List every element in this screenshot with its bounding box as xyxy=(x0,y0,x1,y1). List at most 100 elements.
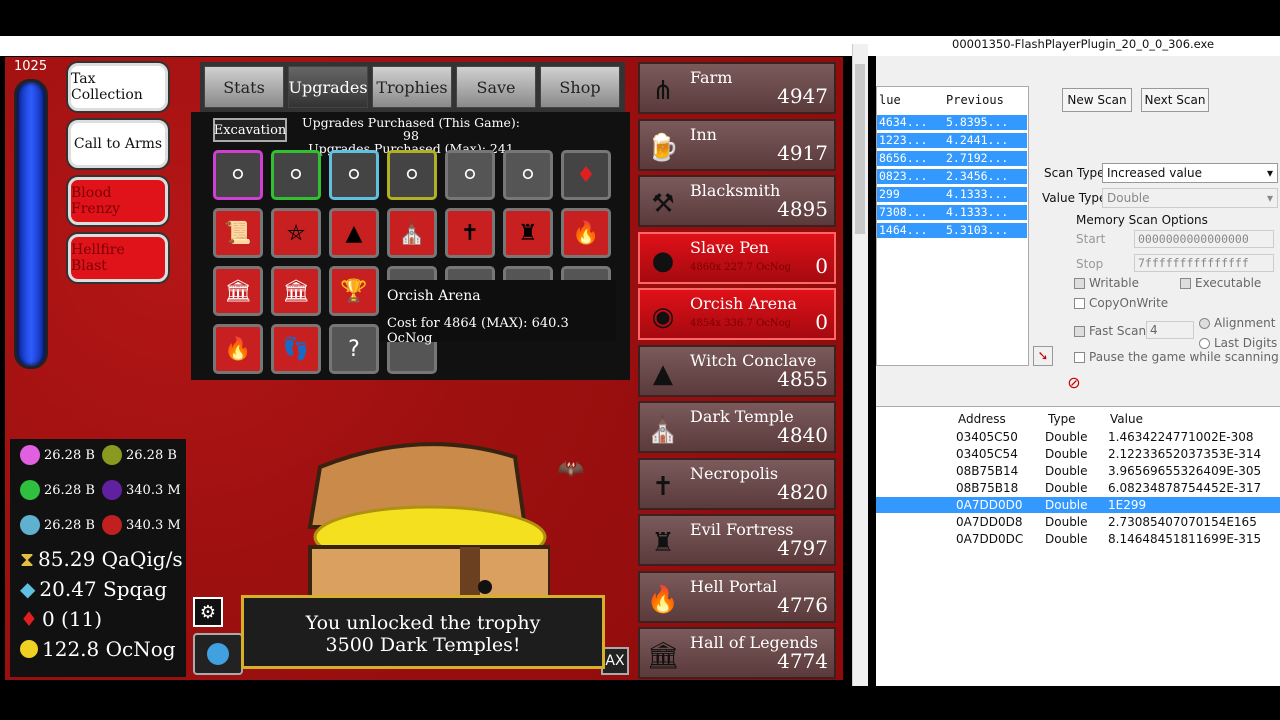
new-scan-button[interactable]: New Scan xyxy=(1062,88,1132,112)
start-input[interactable]: 0000000000000000 xyxy=(1134,230,1274,248)
ball-and-chain-icon: ● xyxy=(651,245,675,276)
chevron-down-icon: ▾ xyxy=(1266,166,1273,180)
browser-scrollbar[interactable] xyxy=(852,44,868,686)
building-name: Hell Portal xyxy=(690,576,778,596)
checkbox-empty-icon xyxy=(1074,351,1085,363)
blood-frenzy-button[interactable]: Blood Frenzy xyxy=(68,177,168,225)
radio-selected-icon xyxy=(1199,317,1210,329)
address-list-header: Address Type Value xyxy=(958,412,1143,426)
building-inn[interactable]: 🍺 Inn 4917 xyxy=(638,118,836,171)
address-row[interactable]: 0A7DD0DC Double 8.14648451811699E-315 xyxy=(876,531,1280,547)
building-hall-of-legends[interactable]: 🏛 Hall of Legends 4774 xyxy=(638,627,836,679)
checkbox-checked-icon xyxy=(1180,277,1191,289)
last-digits-radio[interactable]: Last Digits xyxy=(1199,336,1277,350)
tax-collection-button[interactable]: Tax Collection xyxy=(68,63,168,111)
tab-upgrades[interactable]: Upgrades xyxy=(288,66,368,108)
scan-results-list[interactable]: lue Previous 4634... 5.8395... 1223... 4.24… xyxy=(876,86,1029,366)
building-necropolis[interactable]: ✝ Necropolis 4820 xyxy=(638,457,836,510)
scan-result-row[interactable]: 0823... 2.3456... xyxy=(877,169,1027,184)
address-list[interactable]: Address Type Value 03405C50 Double 1.46342… xyxy=(876,406,1280,686)
gem-upgrade-purple[interactable]: ⚪ xyxy=(445,150,495,200)
settings-gear-icon[interactable]: ⚙ xyxy=(193,597,223,627)
building-blacksmith[interactable]: ⚒ Blacksmith 4895 xyxy=(638,175,836,227)
bat-icon: 🦇 xyxy=(557,457,585,482)
stop-input[interactable]: 7fffffffffffffff xyxy=(1134,254,1274,272)
building-count: 4797 xyxy=(777,536,828,560)
gem-upgrade-red[interactable]: ⚪ xyxy=(503,150,553,200)
scroll-thumb[interactable] xyxy=(855,64,865,234)
pentagram-icon[interactable]: ⛤ xyxy=(271,208,321,258)
fortress-icon[interactable]: ♜ xyxy=(503,208,553,258)
green-gem-icon xyxy=(20,480,40,500)
call-to-arms-button[interactable]: Call to Arms xyxy=(68,120,168,168)
building-hell-portal[interactable]: 🔥 Hell Portal 4776 xyxy=(638,570,836,623)
radio-empty-icon xyxy=(1199,337,1210,349)
scan-result-row[interactable]: 8656... 2.7192... xyxy=(877,151,1027,166)
building-name: Inn xyxy=(690,124,717,144)
fast-scan-input[interactable]: 4 xyxy=(1146,321,1194,339)
anvil-icon: ⚒ xyxy=(651,189,675,219)
gem-purple-value: 340.3 M xyxy=(126,482,181,498)
building-dark-temple[interactable]: ⛪ Dark Temple 4840 xyxy=(638,401,836,453)
tab-shop[interactable]: Shop xyxy=(540,66,620,108)
scroll-icon[interactable]: 📜 xyxy=(213,208,263,258)
building-witch-conclave[interactable]: ▲ Witch Conclave 4855 xyxy=(638,344,836,397)
alignment-radio[interactable]: Alignment xyxy=(1199,316,1275,330)
unknown-upgrade-icon[interactable]: ? xyxy=(329,324,379,374)
max-button[interactable]: AX xyxy=(601,647,629,675)
tombstone-icon[interactable]: ✝ xyxy=(445,208,495,258)
writable-checkbox[interactable]: Writable xyxy=(1074,276,1139,290)
scan-result-row[interactable]: 1464... 5.3103... xyxy=(877,223,1027,238)
address-row[interactable]: 08B75B18 Double 6.08234878754452E-317 xyxy=(876,480,1280,496)
building-count: 4895 xyxy=(777,197,828,221)
gem-upgrade-olive[interactable]: ⚪ xyxy=(387,150,437,200)
temple-icon[interactable]: ⛪ xyxy=(387,208,437,258)
arena-icon: ◉ xyxy=(651,302,675,332)
building-slave-pen[interactable]: ● Slave Pen 4860x 227.7 OcNog 0 xyxy=(638,231,836,284)
flame-icon[interactable]: 🔥 xyxy=(561,208,611,258)
address-row[interactable]: 0A7DD0D8 Double 2.73085407070154E165 xyxy=(876,514,1280,530)
excavation-button[interactable]: Excavation xyxy=(213,118,287,142)
trophy-line1: You unlocked the trophy xyxy=(305,612,541,634)
address-row[interactable]: 03405C54 Double 2.12233652037353E-314 xyxy=(876,446,1280,462)
gem-upgrade-blue[interactable]: ⚪ xyxy=(329,150,379,200)
scan-result-row[interactable]: 4634... 5.8395... xyxy=(877,115,1027,130)
address-row[interactable]: 08B75B14 Double 3.96569655326409E-305 xyxy=(876,463,1280,479)
pointer-arrow-icon[interactable]: ➘ xyxy=(1033,346,1053,366)
rate-value: 85.29 QaQig/s xyxy=(38,547,183,571)
hall-double-icon[interactable]: 🏛 xyxy=(271,266,321,316)
stop-icon[interactable]: ⊘ xyxy=(1064,372,1084,392)
scan-type-select[interactable]: Increased value ▾ xyxy=(1102,163,1278,183)
trophy-cup-icon[interactable]: 🏆 xyxy=(329,266,379,316)
building-evil-fortress[interactable]: ♜ Evil Fortress 4797 xyxy=(638,514,836,566)
scan-result-row[interactable]: 299 4.1333... xyxy=(877,187,1027,202)
tab-save[interactable]: Save xyxy=(456,66,536,108)
hellfire-blast-button[interactable]: Hellfire Blast xyxy=(68,234,168,282)
copyonwrite-checkbox[interactable]: CopyOnWrite xyxy=(1074,296,1168,310)
witch-hat-icon[interactable]: ▲ xyxy=(329,208,379,258)
building-farm[interactable]: ⋔ Farm 4947 xyxy=(638,62,836,114)
tab-stats[interactable]: Stats xyxy=(204,66,284,108)
executable-checkbox[interactable]: Executable xyxy=(1180,276,1261,290)
scan-result-row[interactable]: 7308... 4.1333... xyxy=(877,205,1027,220)
value-type-select[interactable]: Double ▾ xyxy=(1102,188,1278,208)
spqag-value: 20.47 Spqag xyxy=(39,577,168,601)
gem-upgrade-green[interactable]: ⚪ xyxy=(271,150,321,200)
upgrade-tooltip: Orcish Arena Cost for 4864 (MAX): 640.3 … xyxy=(379,280,616,346)
scan-result-row[interactable]: 1223... 4.2441... xyxy=(877,133,1027,148)
gem-upgrade-pink[interactable]: ⚪ xyxy=(213,150,263,200)
ruby-icon[interactable]: ♦ xyxy=(561,150,611,200)
person-fire-icon[interactable]: 🔥 xyxy=(213,324,263,374)
browser-bar xyxy=(0,36,868,56)
building-orcish-arena[interactable]: ◉ Orcish Arena 4854x 336.7 OcNog 0 xyxy=(638,288,836,340)
address-row[interactable]: 03405C50 Double 1.4634224771002E-308 xyxy=(876,429,1280,445)
tab-trophies[interactable]: Trophies xyxy=(372,66,452,108)
address-row[interactable]: 0A7DD0D0 Double 1E299 xyxy=(876,497,1280,513)
foot-icon[interactable]: 👣 xyxy=(271,324,321,374)
pause-game-checkbox[interactable]: Pause the game while scanning xyxy=(1074,350,1279,364)
orb-icon[interactable] xyxy=(193,633,243,675)
fast-scan-checkbox[interactable]: Fast Scan xyxy=(1074,324,1146,338)
next-scan-button[interactable]: Next Scan xyxy=(1141,88,1209,112)
hall-icon[interactable]: 🏛 xyxy=(213,266,263,316)
trophy-line2: 3500 Dark Temples! xyxy=(325,634,521,656)
